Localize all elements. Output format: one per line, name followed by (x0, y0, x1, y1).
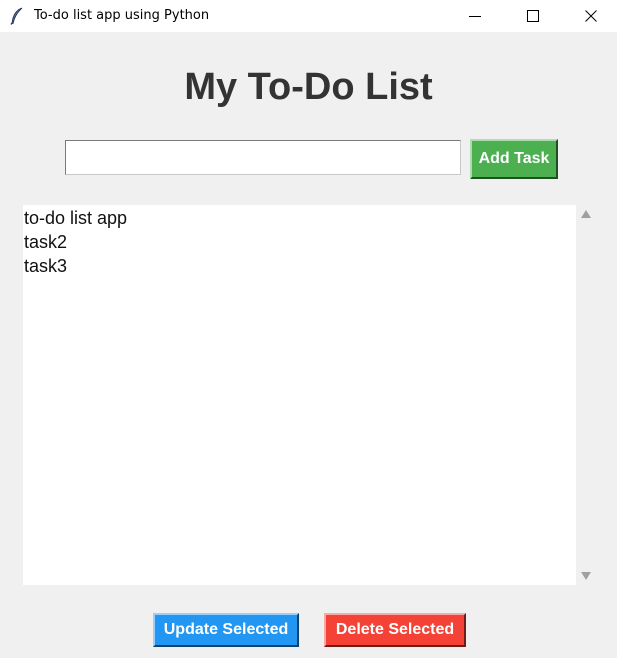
update-selected-button[interactable]: Update Selected (153, 613, 299, 647)
scroll-up-arrow-icon[interactable] (581, 210, 591, 218)
maximize-icon (527, 10, 539, 22)
list-item[interactable]: to-do list app (23, 206, 576, 230)
task-list[interactable]: to-do list app task2 task3 (23, 205, 576, 585)
title-bar[interactable]: To-do list app using Python (0, 0, 617, 32)
app-window: To-do list app using Python My To-Do Lis… (0, 0, 617, 658)
close-button[interactable] (562, 0, 617, 32)
add-task-button[interactable]: Add Task (470, 139, 558, 179)
minimize-icon (469, 16, 481, 17)
scroll-down-arrow-icon[interactable] (581, 572, 591, 580)
feather-icon (10, 7, 23, 25)
minimize-button[interactable] (446, 0, 504, 32)
list-item[interactable]: task3 (23, 254, 576, 278)
task-list-scrollbar[interactable] (577, 205, 595, 585)
task-input[interactable] (65, 140, 461, 175)
list-item[interactable]: task2 (23, 230, 576, 254)
close-icon (585, 10, 597, 22)
delete-selected-button[interactable]: Delete Selected (324, 613, 466, 647)
page-title: My To-Do List (184, 66, 433, 108)
window-title: To-do list app using Python (34, 8, 210, 23)
maximize-button[interactable] (504, 0, 562, 32)
